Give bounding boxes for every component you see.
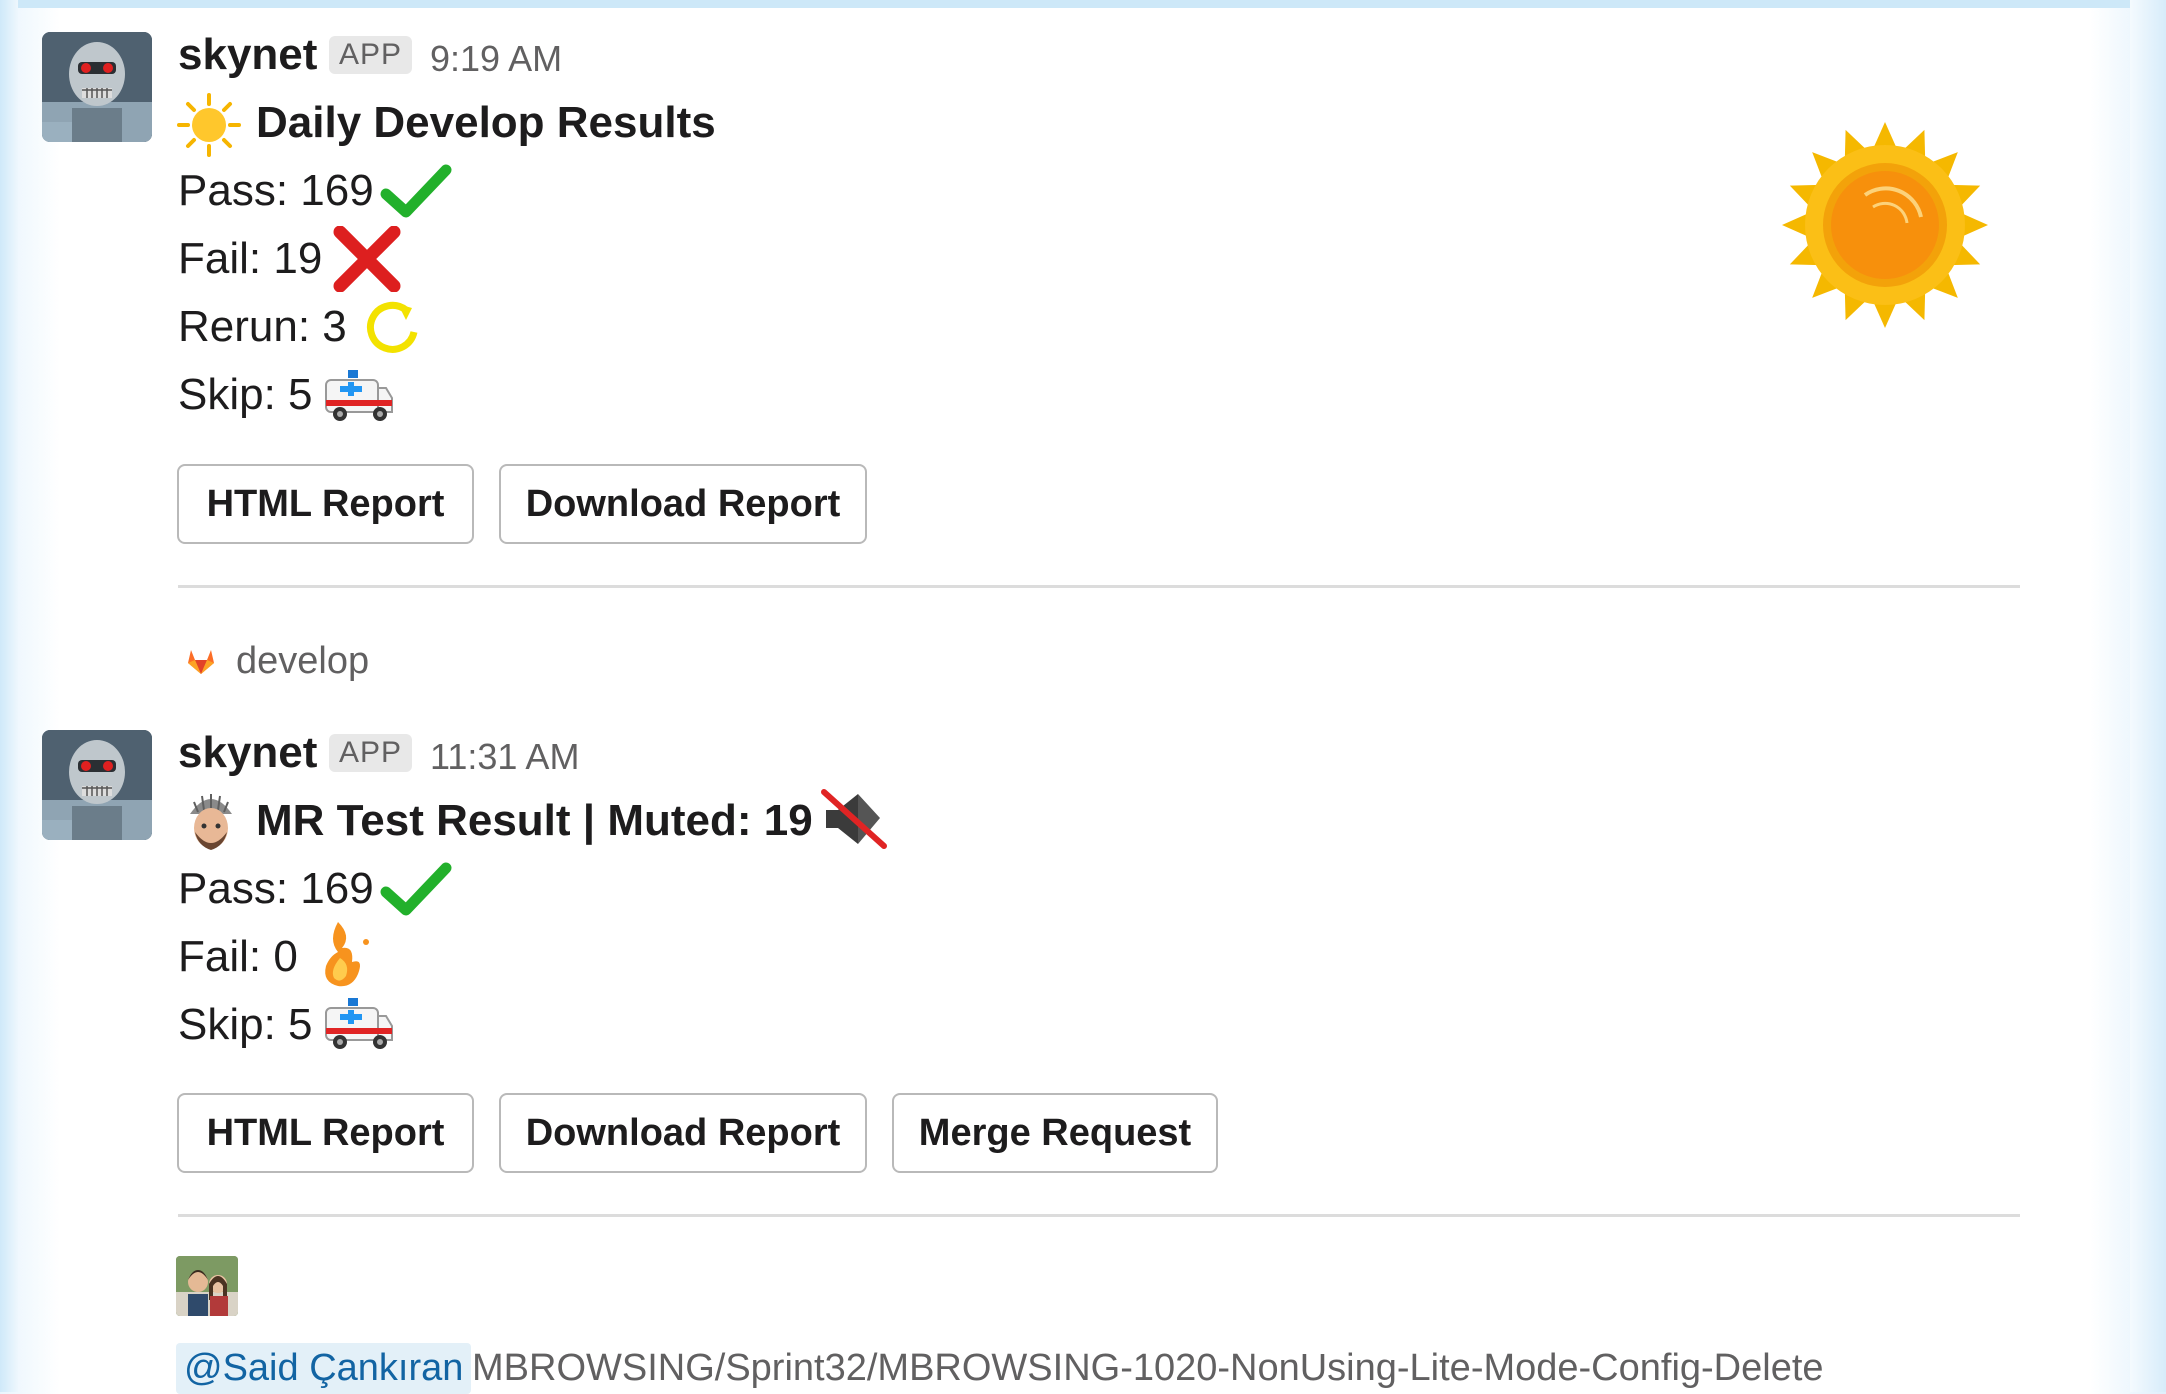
right-edge: [2130, 0, 2166, 1392]
bot-avatar[interactable]: [42, 730, 152, 840]
sun-icon: [177, 93, 241, 157]
html-report-button[interactable]: HTML Report: [177, 464, 474, 544]
timestamp[interactable]: 9:19 AM: [430, 38, 562, 80]
user-mention[interactable]: @Said Çankıran: [176, 1343, 472, 1394]
branch-name: MBROWSING/Sprint32/MBROWSING-1020-NonUsi…: [472, 1347, 1824, 1389]
fail-count: Fail: 0: [178, 932, 298, 981]
fire-icon: [325, 922, 369, 987]
top-edge: [0, 0, 2166, 8]
muted-speaker-icon: [821, 789, 887, 849]
rerun-arrows-icon: [367, 301, 418, 353]
message-divider: [178, 1214, 2020, 1217]
message-title: Daily Develop Results: [256, 98, 716, 147]
check-mark-icon: [380, 862, 452, 916]
robot-avatar-icon: [42, 730, 152, 840]
pass-count: Pass: 169: [178, 864, 374, 913]
check-mark-icon: [380, 164, 452, 218]
app-badge: APP: [329, 734, 413, 772]
ambulance-icon: [325, 370, 393, 421]
download-report-button[interactable]: Download Report: [499, 1093, 867, 1173]
robot-avatar-icon: [42, 32, 152, 142]
rerun-count: Rerun: 3: [178, 302, 347, 351]
username[interactable]: skynet: [178, 30, 317, 80]
ambulance-icon: [325, 998, 393, 1049]
person-with-beanie-icon: [190, 794, 232, 850]
download-report-button[interactable]: Download Report: [499, 464, 867, 544]
username[interactable]: skynet: [178, 728, 317, 778]
timestamp[interactable]: 11:31 AM: [430, 736, 579, 778]
cross-mark-icon: [333, 226, 401, 292]
fail-count: Fail: 19: [178, 234, 323, 283]
merge-request-button[interactable]: Merge Request: [892, 1093, 1218, 1173]
bot-avatar[interactable]: [42, 32, 152, 142]
context-label[interactable]: develop: [236, 640, 369, 683]
message-title: MR Test Result | Muted: 19: [256, 796, 813, 845]
app-badge: APP: [329, 36, 413, 74]
message-divider: [178, 585, 2020, 588]
user-photo-icon: [176, 1256, 238, 1316]
left-edge: [0, 0, 18, 1392]
sun-image[interactable]: [1760, 112, 2010, 362]
html-report-button[interactable]: HTML Report: [177, 1093, 474, 1173]
gitlab-fox-icon: [188, 650, 214, 674]
skip-count: Skip: 5: [178, 1000, 313, 1049]
skip-count: Skip: 5: [178, 370, 313, 419]
pass-count: Pass: 169: [178, 166, 374, 215]
user-avatar[interactable]: [176, 1256, 238, 1316]
